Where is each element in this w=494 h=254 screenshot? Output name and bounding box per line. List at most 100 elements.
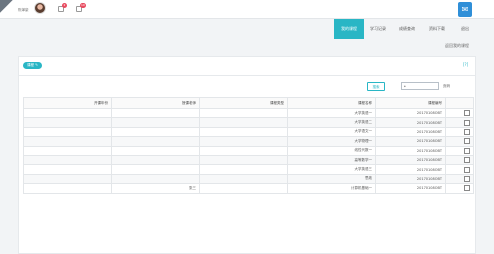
page-link[interactable]: 返回我的课程	[445, 43, 469, 49]
tab-downloads[interactable]: 资料下载	[422, 19, 452, 39]
table-cell: 20170108OBT	[375, 164, 446, 175]
divider	[19, 75, 475, 76]
course-panel: 课程 ✎ [?] 搜索 * 页码 开课年份 授课老师 课程类型 课程名称 课程编…	[18, 56, 476, 254]
table-cell: 20170108OBT	[375, 173, 446, 185]
table-row[interactable]: 大学物理一 20170108OBT	[23, 136, 474, 147]
avatar[interactable]	[34, 2, 46, 14]
tab-study-records[interactable]: 学习记录	[364, 19, 392, 39]
top-bar: ↖ 陈婵豪 2 10 ✉	[0, 0, 494, 18]
table-cell	[23, 107, 112, 119]
table-cell	[199, 126, 288, 138]
column-header[interactable]: 开课年份	[23, 97, 112, 109]
row-checkbox-cell	[445, 136, 474, 147]
table-cell	[199, 154, 288, 166]
column-header	[445, 97, 474, 109]
table-cell	[23, 164, 112, 175]
table-cell	[199, 107, 288, 119]
course-table: 开课年份 授课老师 课程类型 课程名称 课程编号 大学英语一 20170108OB…	[23, 97, 474, 194]
row-checkbox[interactable]	[464, 175, 470, 182]
row-checkbox-cell	[445, 126, 474, 138]
column-header[interactable]: 课程名称	[287, 97, 376, 109]
table-cell: 20170108OBT	[375, 107, 446, 119]
notification-badge: 10	[80, 3, 86, 8]
row-checkbox-cell	[445, 145, 474, 156]
row-checkbox-cell	[445, 173, 474, 185]
row-checkbox-cell	[445, 183, 474, 194]
table-cell	[111, 173, 200, 185]
table-cell	[23, 117, 112, 128]
column-header[interactable]: 授课老师	[111, 97, 200, 109]
row-checkbox[interactable]	[464, 119, 470, 126]
row-checkbox-cell	[445, 164, 474, 175]
user-name: 陈婵豪	[18, 8, 29, 12]
table-row[interactable]: 思政 20170108OBT	[23, 173, 474, 185]
row-checkbox-cell	[445, 107, 474, 119]
table-cell	[23, 173, 112, 185]
table-cell: 张三	[111, 183, 200, 194]
table-cell: 大学英语二	[287, 117, 376, 128]
table-cell: 大学语文一	[287, 126, 376, 138]
row-checkbox[interactable]	[464, 185, 470, 192]
table-cell	[23, 145, 112, 156]
table-cell	[199, 145, 288, 156]
table-cell	[111, 164, 200, 175]
table-row[interactable]: 高等数学一 20170108OBT	[23, 154, 474, 166]
table-cell	[111, 126, 200, 138]
table-cell: 20170108OBT	[375, 126, 446, 138]
column-header[interactable]: 课程类型	[199, 97, 288, 109]
nav-bar: 我的课程 学习记录 成绩查询 资料下载 退出	[0, 18, 494, 39]
table-cell: 20170108OBT	[375, 154, 446, 166]
search-suffix-label: 页码	[443, 84, 450, 88]
table-cell: 大学英语三	[287, 164, 376, 175]
column-header[interactable]: 课程编号	[375, 97, 446, 109]
row-checkbox[interactable]	[464, 128, 470, 135]
table-cell	[111, 145, 200, 156]
tab-logout[interactable]: 退出	[452, 19, 478, 39]
table-row[interactable]: 大学英语一 20170108OBT	[23, 107, 474, 119]
table-cell	[23, 126, 112, 138]
table-cell	[111, 154, 200, 166]
table-cell	[199, 136, 288, 147]
table-cell	[199, 173, 288, 185]
table-cell	[199, 164, 288, 175]
table-cell: 20170108OBT	[375, 145, 446, 156]
message-badge: 2	[62, 3, 67, 8]
table-cell: 线性代数一	[287, 145, 376, 156]
tab-my-courses[interactable]: 我的课程	[334, 19, 364, 39]
table-row[interactable]: 大学语文一 20170108OBT	[23, 126, 474, 138]
search-input[interactable]: *	[401, 82, 439, 90]
table-cell	[199, 183, 288, 194]
row-checkbox[interactable]	[464, 147, 470, 154]
brand-logo-icon[interactable]: ✉	[458, 2, 472, 17]
panel-tag[interactable]: 课程 ✎	[23, 62, 43, 69]
table-cell	[111, 136, 200, 147]
table-row[interactable]: 大学英语二 20170108OBT	[23, 117, 474, 128]
table-cell	[111, 107, 200, 119]
table-cell	[23, 154, 112, 166]
tab-grades[interactable]: 成绩查询	[392, 19, 422, 39]
table-cell	[23, 183, 112, 194]
table-cell: 计算机基础一	[287, 183, 376, 194]
table-cell: 大学物理一	[287, 136, 376, 147]
table-cell: 思政	[287, 173, 376, 185]
table-cell: 20170108OBT	[375, 117, 446, 128]
search-button[interactable]: 搜索	[367, 82, 385, 91]
table-cell	[23, 136, 112, 147]
row-checkbox-cell	[445, 117, 474, 128]
row-checkbox[interactable]	[464, 138, 470, 145]
row-checkbox-cell	[445, 154, 474, 166]
row-checkbox[interactable]	[464, 110, 470, 117]
back-corner[interactable]: ↖	[0, 0, 13, 13]
table-cell: 高等数学一	[287, 154, 376, 166]
table-cell: 20170108OBT	[375, 183, 446, 194]
table-cell: 20170108OBT	[375, 136, 446, 147]
table-row[interactable]: 线性代数一 20170108OBT	[23, 145, 474, 156]
row-checkbox[interactable]	[464, 157, 470, 164]
table-cell	[111, 117, 200, 128]
help-icon[interactable]: [?]	[463, 62, 468, 67]
table-cell	[199, 117, 288, 128]
table-row[interactable]: 大学英语三 20170108OBT	[23, 164, 474, 175]
table-row[interactable]: 张三 计算机基础一 20170108OBT	[23, 183, 474, 194]
row-checkbox[interactable]	[464, 166, 470, 173]
table-cell: 大学英语一	[287, 107, 376, 119]
